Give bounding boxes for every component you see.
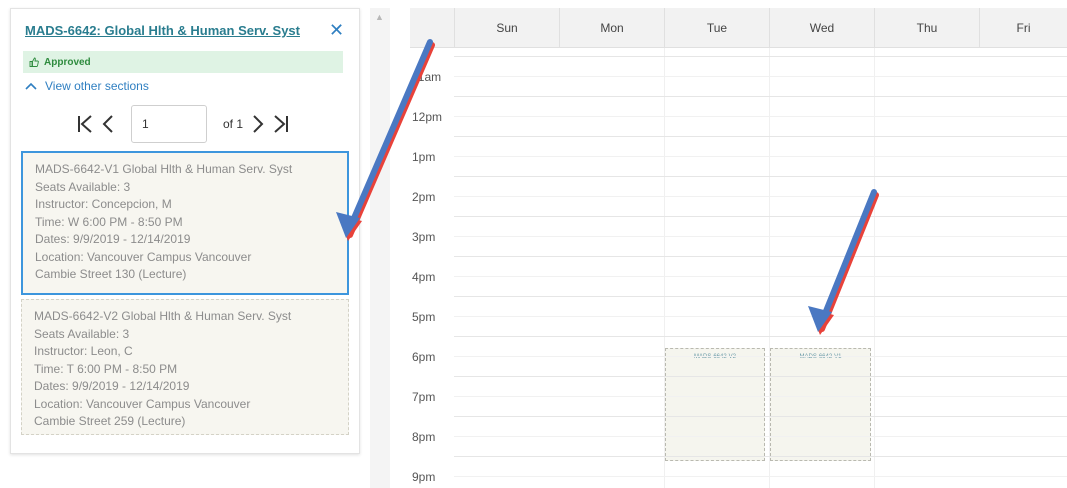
half-hour-gridline [454,436,1067,437]
calendar-scrollbar[interactable]: ▲ [370,8,390,488]
calendar-header: Sun Mon Tue Wed Thu Fri [410,8,1067,48]
event-mads-6642-v1[interactable]: MADS-6642-V1 [770,348,871,461]
chevron-up-icon [25,82,37,90]
time-label-1pm: 1pm [412,150,436,164]
hour-gridline [454,136,1067,137]
hour-gridline [454,176,1067,177]
half-hour-gridline [454,76,1067,77]
hour-gridline [454,416,1067,417]
section-name: MADS-6642-V2 Global Hlth & Human Serv. S… [34,309,292,323]
hour-gridline [454,456,1067,457]
day-header-tue: Tue [664,8,769,48]
hour-gridline [454,376,1067,377]
day-header-sun: Sun [454,8,559,48]
chevron-left-icon[interactable] [101,114,115,134]
section-pager: of 1 [77,105,289,143]
time-label-5pm: 5pm [412,310,436,324]
day-header-fri: Fri [979,8,1067,48]
time-label-7pm: 7pm [412,390,436,404]
section-instructor: Instructor: Leon, C [34,344,133,358]
section-instructor: Instructor: Concepcion, M [35,197,172,211]
thumbs-up-icon [29,57,39,67]
app-root: MADS-6642: Global Hlth & Human Serv. Sys… [0,0,1067,488]
half-hour-gridline [454,156,1067,157]
first-page-icon[interactable] [77,114,93,134]
half-hour-gridline [454,476,1067,477]
course-panel: MADS-6642: Global Hlth & Human Serv. Sys… [10,8,360,454]
page-number-input[interactable] [131,105,207,143]
week-calendar: Sun Mon Tue Wed Thu Fri 11am 12pm 1pm 2p… [410,8,1067,488]
section-seats: Seats Available: 3 [35,179,131,194]
half-hour-gridline [454,316,1067,317]
time-label-3pm: 3pm [412,230,436,244]
half-hour-gridline [454,396,1067,397]
half-hour-gridline [454,196,1067,197]
section-location: Location: Vancouver Campus Vancouver [35,249,252,264]
section-room: Cambie Street 259 (Lecture) [34,414,186,428]
section-card-v2[interactable]: MADS-6642-V2 Global Hlth & Human Serv. S… [21,299,349,435]
section-dates: Dates: 9/9/2019 - 12/14/2019 [35,232,191,246]
section-room: Cambie Street 130 (Lecture) [35,267,187,281]
view-other-sections-label: View other sections [45,79,149,93]
time-label-11am: 11am [412,70,442,84]
last-page-icon[interactable] [273,114,289,134]
half-hour-gridline [454,116,1067,117]
section-location: Location: Vancouver Campus Vancouver [34,396,251,411]
section-time: Time: W 6:00 PM - 8:50 PM [35,214,183,229]
time-label-8pm: 8pm [412,430,436,444]
time-label-4pm: 4pm [412,270,436,284]
half-hour-gridline [454,236,1067,237]
section-card-v1[interactable]: MADS-6642-V1 Global Hlth & Human Serv. S… [21,151,349,295]
day-divider [874,48,875,488]
hour-gridline [454,216,1067,217]
view-other-sections-link[interactable]: View other sections [25,79,149,93]
day-header-thu: Thu [874,8,979,48]
half-hour-gridline [454,276,1067,277]
day-header-mon: Mon [559,8,664,48]
hour-gridline [454,296,1067,297]
section-seats: Seats Available: 3 [34,326,130,341]
approved-label: Approved [44,56,91,68]
chevron-right-icon[interactable] [251,114,265,134]
hour-gridline [454,256,1067,257]
day-header-wed: Wed [769,8,874,48]
hour-gridline [454,96,1067,97]
course-title-link[interactable]: MADS-6642: Global Hlth & Human Serv. Sys… [25,23,300,38]
scroll-up-icon[interactable]: ▲ [375,12,384,22]
hour-gridline [454,336,1067,337]
page-count-text: of 1 [223,117,244,131]
close-icon[interactable]: ✕ [329,21,344,39]
time-label-6pm: 6pm [412,350,436,364]
section-time: Time: T 6:00 PM - 8:50 PM [34,361,178,376]
section-dates: Dates: 9/9/2019 - 12/14/2019 [34,379,190,393]
time-label-12pm: 12pm [412,110,443,124]
event-mads-6642-v2[interactable]: MADS-6642-V2 [665,348,765,461]
time-label-9pm: 9pm [412,470,436,484]
time-label-2pm: 2pm [412,190,436,204]
half-hour-gridline [454,356,1067,357]
approved-status-badge: Approved [23,51,343,73]
section-name: MADS-6642-V1 Global Hlth & Human Serv. S… [35,162,293,176]
hour-gridline [454,56,1067,57]
